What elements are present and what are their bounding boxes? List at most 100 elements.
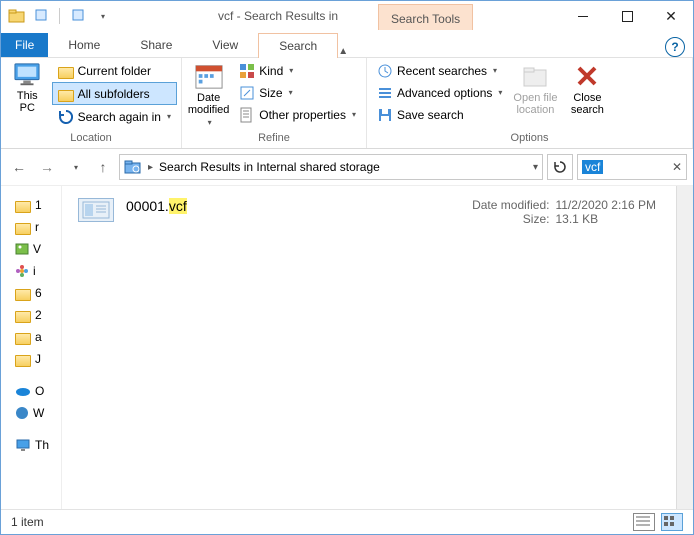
close-window-button[interactable]: ✕ [649, 1, 693, 31]
pin-icon[interactable] [31, 6, 51, 26]
clear-search-icon[interactable]: ✕ [672, 160, 682, 174]
list-icon [377, 85, 393, 101]
ribbon: This PC Current folder All subfolders Se… [1, 58, 693, 149]
icons-view-button[interactable] [661, 513, 683, 531]
collapse-ribbon-icon[interactable]: ▲ [338, 46, 348, 57]
breadcrumb[interactable]: Search Results in Internal shared storag… [159, 160, 380, 174]
tab-share[interactable]: Share [120, 33, 192, 57]
size-button[interactable]: Size▾ [233, 82, 362, 103]
folder-icon[interactable] [7, 6, 27, 26]
size-label: Size: [453, 212, 549, 226]
tree-item[interactable]: i [1, 260, 61, 282]
up-button[interactable]: ↑ [91, 155, 115, 179]
open-file-location-label: Open file location [513, 92, 557, 116]
date-modified-label: Date modified: [453, 198, 549, 212]
kind-icon [239, 63, 255, 79]
all-subfolders-button[interactable]: All subfolders [52, 82, 177, 105]
group-label-options: Options [371, 132, 688, 148]
search-again-label: Search again in [78, 110, 161, 124]
folder-icon [58, 90, 74, 102]
tree-item-label: 1 [35, 198, 42, 212]
close-icon [573, 62, 601, 90]
navigation-tree[interactable]: 1 rVi 6 2aJOW Th [1, 186, 62, 509]
group-label-location: Location [5, 132, 177, 148]
tree-item-label: i [33, 264, 36, 278]
date-modified-value: 11/2/2020 2:16 PM [555, 198, 656, 212]
properties-icon [239, 107, 255, 123]
search-folder-icon [124, 159, 142, 175]
folder-icon [15, 201, 31, 213]
refresh-button[interactable] [547, 154, 573, 180]
tree-item[interactable]: O [1, 380, 61, 402]
recent-searches-label: Recent searches [397, 64, 487, 78]
tree-item[interactable]: Th [1, 434, 61, 456]
close-search-label: Close search [571, 92, 604, 116]
tree-item[interactable]: 6 [1, 282, 61, 304]
tree-item[interactable]: 2 [1, 304, 61, 326]
close-search-button[interactable]: Close search [562, 60, 612, 130]
contextual-tab-header: Search Tools [378, 4, 473, 30]
chevron-right-icon: ▸ [148, 162, 153, 173]
save-icon [377, 107, 393, 123]
minimize-button[interactable] [561, 1, 605, 31]
this-pc-button[interactable]: This PC [5, 60, 50, 130]
tree-item[interactable]: r [1, 216, 61, 238]
tree-item[interactable]: W [1, 402, 61, 424]
group-label-refine: Refine [186, 132, 362, 148]
tree-item[interactable]: a [1, 326, 61, 348]
tree-item[interactable]: V [1, 238, 61, 260]
address-bar[interactable]: ▸ Search Results in Internal shared stor… [119, 154, 543, 180]
tab-search[interactable]: Search [258, 33, 338, 58]
refresh-icon [58, 109, 74, 125]
help-icon[interactable]: ? [665, 37, 685, 57]
main-area: 1 rVi 6 2aJOW Th 00001.vcf Date modified: 11/… [1, 186, 693, 509]
date-modified-button[interactable]: Date modified▾ [186, 60, 231, 130]
tree-item[interactable]: J [1, 348, 61, 370]
other-properties-button[interactable]: Other properties▾ [233, 104, 362, 125]
open-file-location-button: Open file location [510, 60, 560, 130]
tab-file[interactable]: File [1, 33, 48, 57]
all-subfolders-label: All subfolders [78, 87, 150, 101]
date-modified-label: Date modified [188, 92, 230, 116]
file-thumbnail [78, 198, 114, 222]
details-view-button[interactable] [633, 513, 655, 531]
save-search-button[interactable]: Save search [371, 104, 508, 125]
folder-icon [58, 67, 74, 79]
chevron-down-icon[interactable]: ▾ [92, 6, 112, 26]
results-pane[interactable]: 00001.vcf Date modified: 11/2/2020 2:16 P… [62, 186, 676, 509]
clock-icon [377, 63, 393, 79]
search-input[interactable]: vcf ✕ [577, 154, 687, 180]
forward-button: → [35, 155, 59, 179]
this-pc-label: This PC [17, 90, 38, 114]
maximize-button[interactable] [605, 1, 649, 31]
size-icon [239, 85, 255, 101]
chevron-down-icon[interactable]: ▾ [533, 162, 538, 173]
pictures-icon [15, 243, 29, 255]
ribbon-group-location: This PC Current folder All subfolders Se… [1, 58, 182, 148]
folder-icon [15, 355, 31, 367]
ribbon-group-options: Recent searches▾ Advanced options▾ Save … [367, 58, 693, 148]
back-button[interactable]: ← [7, 155, 31, 179]
size-value: 13.1 KB [555, 212, 598, 226]
tab-view[interactable]: View [192, 33, 258, 57]
window-title: vcf - Search Results in [218, 9, 338, 23]
kind-button[interactable]: Kind▾ [233, 60, 362, 81]
search-term: vcf [582, 160, 603, 174]
tree-item-label: 6 [35, 286, 42, 300]
tab-home[interactable]: Home [48, 33, 120, 57]
scrollbar[interactable] [676, 186, 693, 509]
recent-searches-button[interactable]: Recent searches▾ [371, 60, 508, 81]
tab-strip: File Home Share View Search ▲ ? [1, 31, 693, 58]
separator [59, 8, 60, 24]
chevron-down-icon: ▾ [167, 112, 171, 121]
search-again-button[interactable]: Search again in ▾ [52, 106, 177, 127]
recent-locations-button[interactable]: ▾ [63, 155, 87, 179]
properties-icon[interactable] [68, 6, 88, 26]
current-folder-button[interactable]: Current folder [52, 60, 177, 81]
onedrive-icon [15, 385, 31, 397]
advanced-options-button[interactable]: Advanced options▾ [371, 82, 508, 103]
kind-label: Kind [259, 64, 283, 78]
monitor-icon [12, 62, 42, 88]
tree-item[interactable]: 1 [1, 194, 61, 216]
file-name: 00001.vcf [126, 198, 187, 214]
